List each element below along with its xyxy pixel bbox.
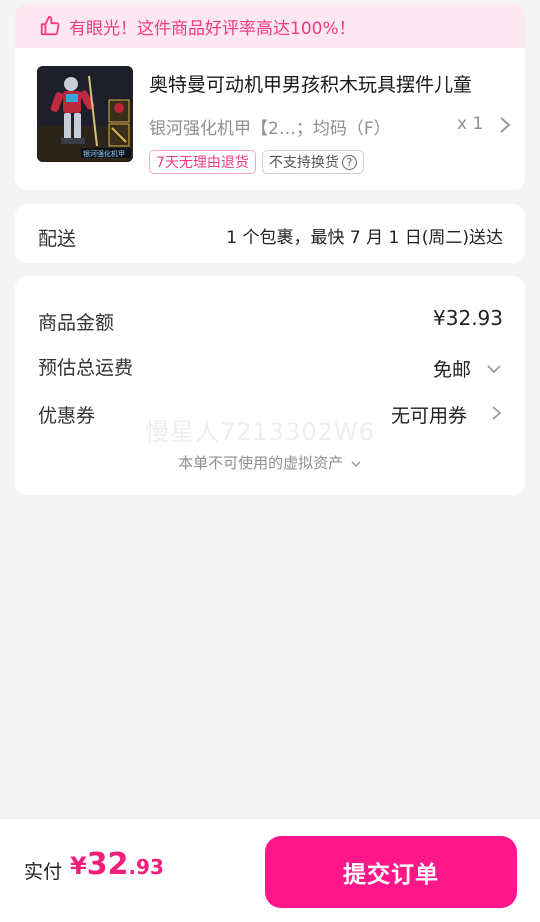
- shipping-value[interactable]: 免邮: [433, 355, 471, 382]
- coupon-value[interactable]: 无可用券: [391, 401, 467, 428]
- praise-banner: 有眼光！这件商品好评率高达100%！: [15, 4, 525, 48]
- virtual-assets-label: 本单不可使用的虚拟资产: [178, 454, 344, 472]
- no-exchange-label: 不支持换货: [268, 155, 339, 171]
- product-image-caption: 银河强化机甲: [83, 150, 125, 158]
- delivery-value: 1 个包裹，最快 7 月 1 日(周二)送达: [226, 228, 503, 248]
- thumbs-up-icon: [40, 15, 60, 36]
- product-title[interactable]: 奥特曼可动机甲男孩积木玩具摆件儿童: [149, 70, 509, 97]
- price-card: 商品金额 ¥32.93 预估总运费 免邮 优惠券 无可用券 慢星人7213302…: [15, 276, 525, 495]
- goods-amount-label: 商品金额: [38, 312, 115, 334]
- virtual-assets-toggle[interactable]: 本单不可使用的虚拟资产: [15, 452, 525, 473]
- coupon-label: 优惠券: [38, 405, 96, 427]
- praise-text: 有眼光！这件商品好评率高达100%！: [69, 18, 356, 39]
- bottom-bar: 实付 ¥32.93 提交订单: [0, 818, 540, 922]
- currency-symbol: ¥: [70, 852, 87, 880]
- chevron-down-icon[interactable]: [485, 360, 503, 378]
- product-card: 有眼光！这件商品好评率高达100%！ 银河强化机甲 奥特曼可动机甲男孩积木玩具摆…: [15, 4, 525, 190]
- goods-amount-value: ¥32.93: [433, 306, 503, 330]
- chevron-right-icon[interactable]: [488, 404, 506, 422]
- product-row[interactable]: 银河强化机甲 奥特曼可动机甲男孩积木玩具摆件儿童 银河强化机甲【2…；均码（F）…: [37, 66, 525, 176]
- product-spec[interactable]: 银河强化机甲【2…；均码（F）: [149, 114, 391, 139]
- question-circle-icon[interactable]: ?: [341, 154, 357, 170]
- pay-label: 实付: [24, 861, 63, 883]
- amount-decimal: .93: [128, 855, 164, 879]
- submit-order-button[interactable]: 提交订单: [265, 836, 517, 908]
- watermark: 慢星人7213302W6: [145, 418, 375, 446]
- chevron-down-icon: [351, 460, 361, 467]
- shipping-label: 预估总运费: [38, 357, 134, 379]
- amount-integer: 32: [86, 847, 129, 882]
- chevron-right-icon[interactable]: [497, 114, 513, 136]
- delivery-label: 配送: [38, 228, 77, 250]
- return-tag: 7天无理由退货: [149, 150, 256, 174]
- delivery-card: 配送 1 个包裹，最快 7 月 1 日(周二)送达: [15, 204, 525, 263]
- no-exchange-tag[interactable]: 不支持换货 ?: [261, 150, 364, 174]
- service-tags: 7天无理由退货 不支持换货 ?: [149, 150, 364, 174]
- product-quantity: x 1: [457, 114, 484, 134]
- product-image[interactable]: 银河强化机甲: [37, 66, 133, 162]
- pay-amount: ¥32.93: [70, 847, 164, 882]
